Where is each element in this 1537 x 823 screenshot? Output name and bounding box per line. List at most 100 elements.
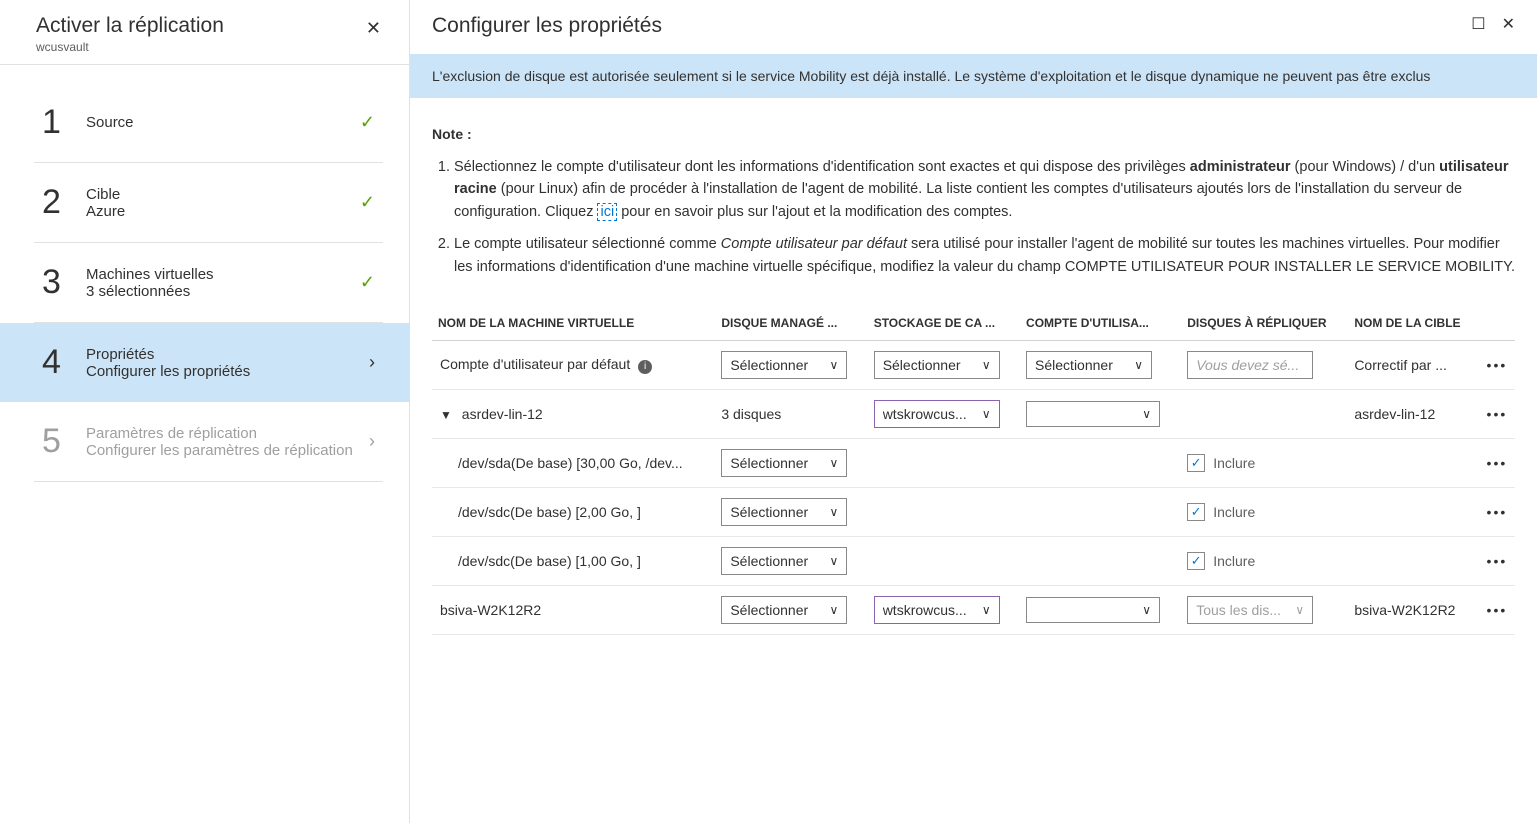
step-title: Source [86, 114, 360, 131]
managed-disk-select[interactable]: Sélectionner∨ [721, 596, 847, 624]
managed-disk-select[interactable]: Sélectionner∨ [721, 547, 847, 575]
target-name-cell: asrdev-lin-12 [1348, 390, 1479, 439]
table-row-disk: /dev/sda(De base) [30,00 Go, /dev... Sél… [432, 439, 1515, 488]
step-sub: Configurer les propriétés [86, 363, 369, 380]
check-icon: ✓ [360, 192, 375, 213]
step-title: Paramètres de réplication [86, 425, 369, 442]
cache-storage-select[interactable]: wtskrowcus...∨ [874, 400, 1000, 428]
step-target[interactable]: 2 Cible Azure ✓ [34, 163, 383, 243]
checkbox-icon: ✓ [1187, 454, 1205, 472]
content-area: Note : Sélectionnez le compte d'utilisat… [410, 98, 1537, 823]
note-item-2: Le compte utilisateur sélectionné comme … [454, 233, 1515, 278]
chevron-down-icon: ∨ [830, 505, 839, 519]
chevron-down-icon: ∨ [982, 358, 991, 372]
table-row-default: Compte d'utilisateur par défaut i Sélect… [432, 341, 1515, 390]
target-name-cell: Correctif par ... [1348, 341, 1479, 390]
col-disks-replicate: DISQUES À RÉPLIQUER [1181, 306, 1348, 341]
user-account-select[interactable]: Sélectionner∨ [1026, 351, 1152, 379]
chevron-down-icon: ∨ [982, 603, 991, 617]
table-row-vm: bsiva-W2K12R2 Sélectionner∨ wtskrowcus..… [432, 586, 1515, 635]
col-managed-disk: DISQUE MANAGÉ ... [715, 306, 867, 341]
include-checkbox[interactable]: ✓Inclure [1187, 503, 1255, 521]
managed-disk-select[interactable]: Sélectionner∨ [721, 498, 847, 526]
note-label: Note : [432, 126, 1515, 142]
sidebar-header: Activer la réplication wcusvault ✕ [0, 0, 409, 65]
row-label: bsiva-W2K12R2 [432, 586, 715, 635]
row-actions-menu[interactable]: ••• [1479, 341, 1515, 390]
sidebar: Activer la réplication wcusvault ✕ 1 Sou… [0, 0, 410, 823]
include-checkbox[interactable]: ✓Inclure [1187, 552, 1255, 570]
row-actions-menu[interactable]: ••• [1479, 488, 1515, 537]
target-name-cell: bsiva-W2K12R2 [1348, 586, 1479, 635]
here-link[interactable]: ici [597, 203, 617, 221]
page-title: Configurer les propriétés [432, 14, 1471, 38]
steps-list: 1 Source ✓ 2 Cible Azure ✓ 3 Machines vi… [0, 65, 409, 482]
maximize-icon[interactable]: ☐ [1471, 14, 1485, 34]
col-user-account: COMPTE D'UTILISA... [1020, 306, 1181, 341]
close-icon[interactable]: ✕ [1502, 14, 1515, 34]
include-checkbox[interactable]: ✓Inclure [1187, 454, 1255, 472]
step-source[interactable]: 1 Source ✓ [34, 83, 383, 163]
properties-table: NOM DE LA MACHINE VIRTUELLE DISQUE MANAG… [432, 306, 1515, 635]
chevron-down-icon: ∨ [830, 456, 839, 470]
disk-name: /dev/sda(De base) [30,00 Go, /dev... [432, 439, 715, 488]
chevron-down-icon: ∨ [1142, 407, 1151, 421]
step-properties[interactable]: 4 Propriétés Configurer les propriétés › [0, 323, 409, 402]
notes-list: Sélectionnez le compte d'utilisateur don… [432, 156, 1515, 278]
table-row-vm: ▼ asrdev-lin-12 3 disques wtskrowcus...∨… [432, 390, 1515, 439]
chevron-down-icon: ∨ [982, 407, 991, 421]
info-banner: L'exclusion de disque est autorisée seul… [410, 54, 1537, 98]
chevron-down-icon: ∨ [830, 603, 839, 617]
chevron-down-icon: ∨ [830, 358, 839, 372]
chevron-right-icon: › [369, 431, 375, 452]
step-vms[interactable]: 3 Machines virtuelles 3 sélectionnées ✓ [34, 243, 383, 323]
disk-name: /dev/sdc(De base) [1,00 Go, ] [432, 537, 715, 586]
chevron-down-icon: ∨ [830, 554, 839, 568]
table-row-disk: /dev/sdc(De base) [1,00 Go, ] Sélectionn… [432, 537, 1515, 586]
col-target-name: NOM DE LA CIBLE [1348, 306, 1479, 341]
managed-disk-cell: 3 disques [715, 390, 867, 439]
row-actions-menu[interactable]: ••• [1479, 390, 1515, 439]
row-actions-menu[interactable]: ••• [1479, 439, 1515, 488]
disks-replicate-readonly: Vous devez sé... [1187, 351, 1313, 379]
row-actions-menu[interactable]: ••• [1479, 586, 1515, 635]
step-number: 2 [42, 183, 86, 222]
step-number: 1 [42, 103, 86, 142]
cache-storage-select[interactable]: Sélectionner∨ [874, 351, 1000, 379]
sidebar-title: Activer la réplication [36, 14, 358, 38]
managed-disk-select[interactable]: Sélectionner∨ [721, 351, 847, 379]
chevron-down-icon: ∨ [1134, 358, 1143, 372]
sidebar-subtitle: wcusvault [36, 40, 358, 54]
main-header: Configurer les propriétés ☐ ✕ [410, 0, 1537, 48]
table-row-disk: /dev/sdc(De base) [2,00 Go, ] Sélectionn… [432, 488, 1515, 537]
step-replication-settings[interactable]: 5 Paramètres de réplication Configurer l… [34, 402, 383, 482]
info-icon[interactable]: i [638, 360, 652, 374]
col-cache-storage: STOCKAGE DE CA ... [868, 306, 1020, 341]
row-actions-menu[interactable]: ••• [1479, 537, 1515, 586]
col-vm-name: NOM DE LA MACHINE VIRTUELLE [432, 306, 715, 341]
managed-disk-select[interactable]: Sélectionner∨ [721, 449, 847, 477]
close-icon[interactable]: ✕ [358, 14, 389, 43]
row-label: asrdev-lin-12 [462, 406, 543, 422]
step-number: 3 [42, 263, 86, 302]
user-account-select[interactable]: ∨ [1026, 401, 1160, 427]
check-icon: ✓ [360, 272, 375, 293]
disks-replicate-select[interactable]: Tous les dis...∨ [1187, 596, 1313, 624]
cache-storage-select[interactable]: wtskrowcus...∨ [874, 596, 1000, 624]
collapse-icon[interactable]: ▼ [440, 408, 452, 422]
checkbox-icon: ✓ [1187, 503, 1205, 521]
main-panel: Configurer les propriétés ☐ ✕ L'exclusio… [410, 0, 1537, 823]
user-account-select[interactable]: ∨ [1026, 597, 1160, 623]
chevron-down-icon: ∨ [1142, 603, 1151, 617]
checkbox-icon: ✓ [1187, 552, 1205, 570]
step-sub: 3 sélectionnées [86, 283, 360, 300]
step-title: Cible [86, 186, 360, 203]
col-actions [1479, 306, 1515, 341]
step-sub: Configurer les paramètres de réplication [86, 442, 369, 459]
step-title: Propriétés [86, 346, 369, 363]
disk-name: /dev/sdc(De base) [2,00 Go, ] [432, 488, 715, 537]
step-sub: Azure [86, 203, 360, 220]
chevron-down-icon: ∨ [1295, 603, 1304, 617]
step-number: 4 [42, 343, 86, 382]
step-title: Machines virtuelles [86, 266, 360, 283]
